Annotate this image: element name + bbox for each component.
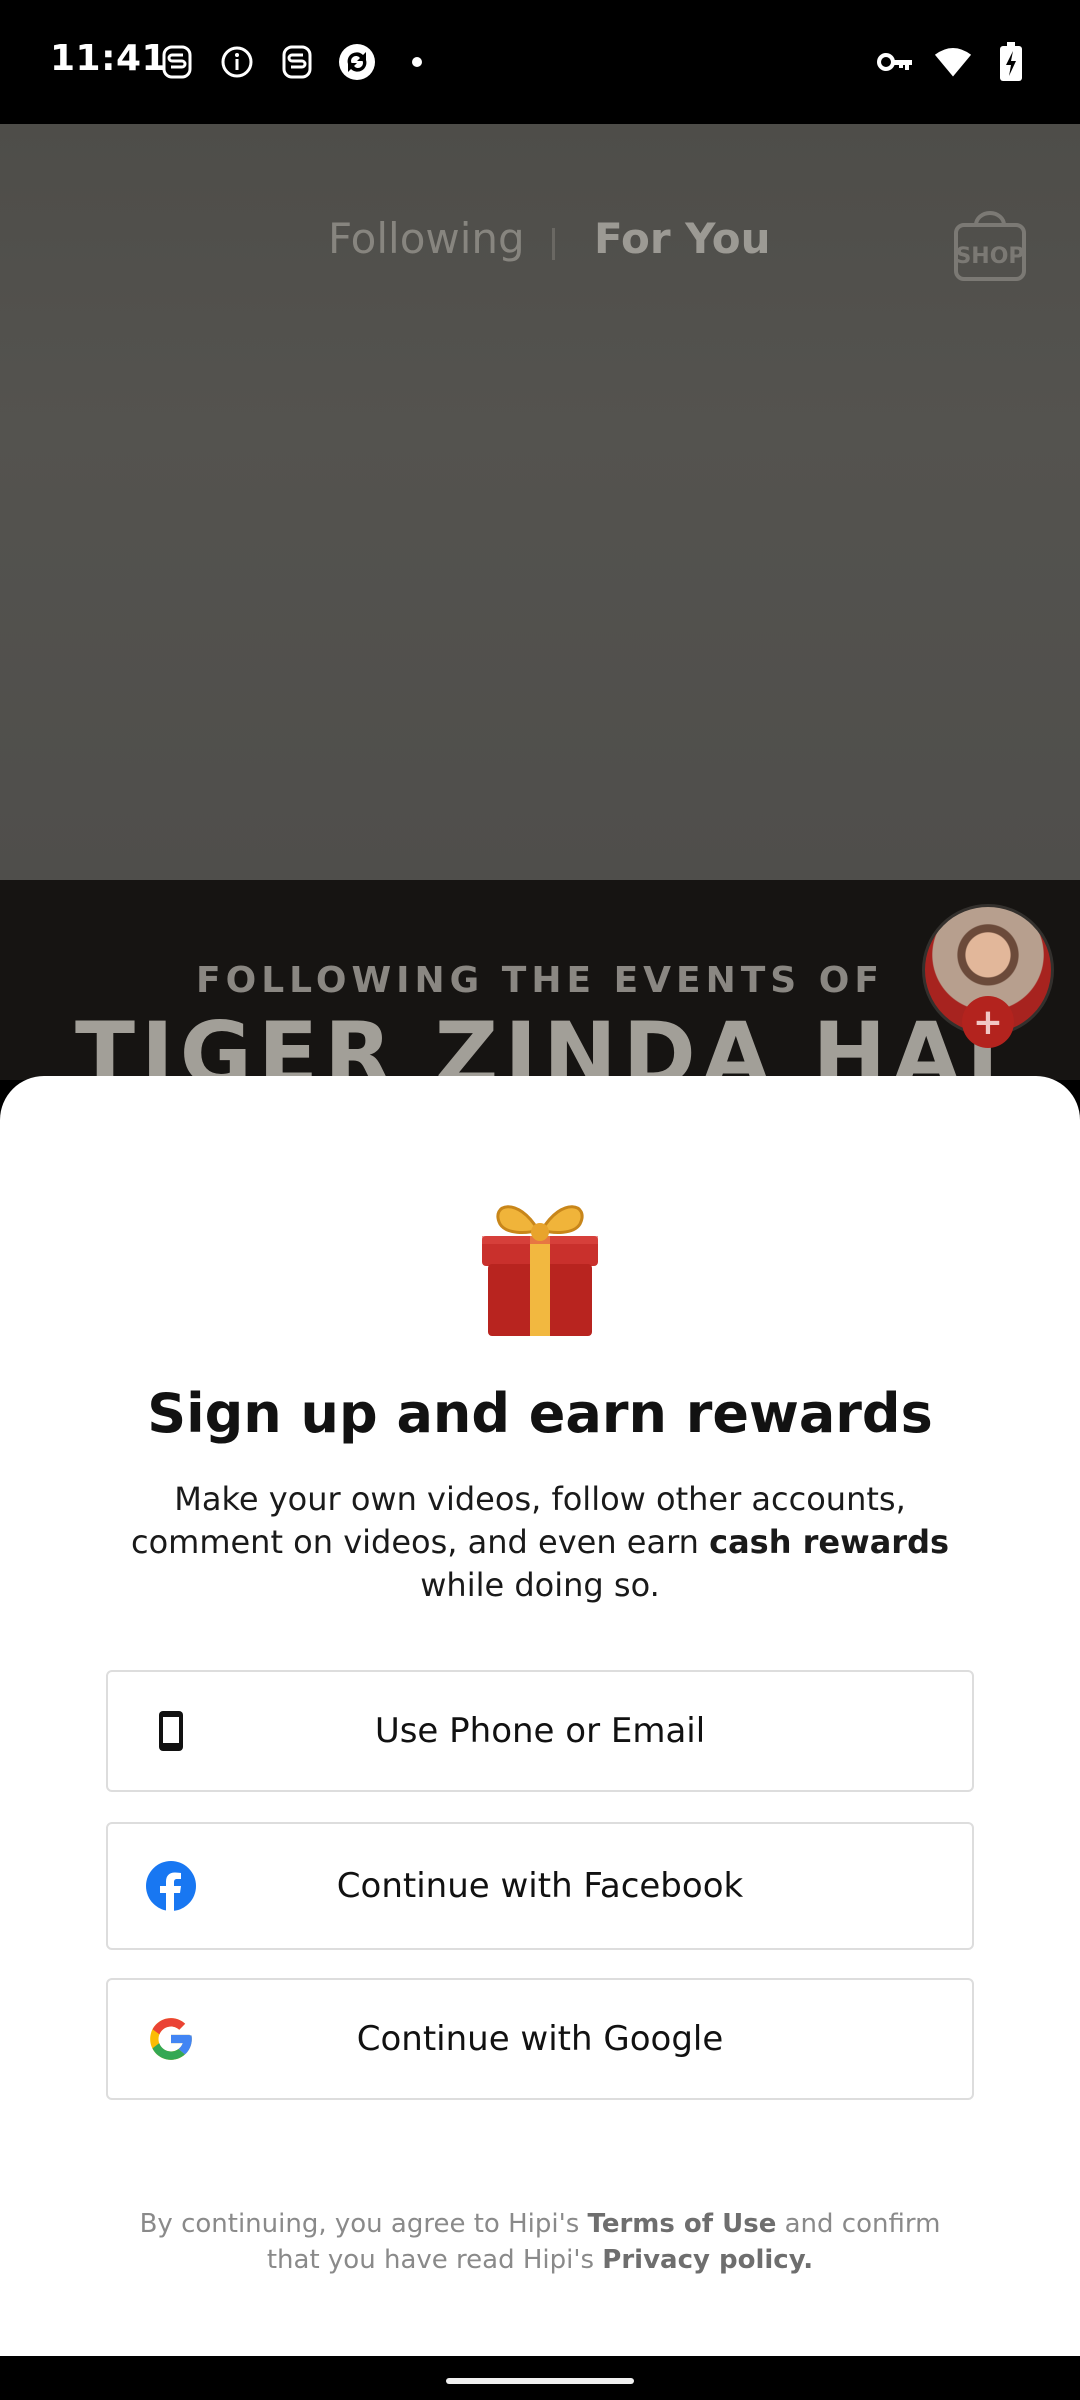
phone-email-label: Use Phone or Email xyxy=(374,1711,706,1751)
tab-for-you[interactable]: For You xyxy=(594,214,771,263)
status-time: 11:41 xyxy=(50,38,168,79)
video-banner-line1: FOLLOWING THE EVENTS OF xyxy=(196,960,884,1001)
legal-text: By continuing, you agree to Hipi's Terms… xyxy=(110,2206,970,2278)
shopping-bag-icon: SHOP xyxy=(954,211,1026,281)
facebook-button[interactable]: Continue with Facebook xyxy=(106,1822,974,1950)
google-button[interactable]: Continue with Google xyxy=(106,1978,974,2100)
shop-label: SHOP xyxy=(955,244,1024,269)
google-label: Continue with Google xyxy=(356,2019,724,2059)
tab-divider xyxy=(552,228,555,260)
description-text-end: while doing so. xyxy=(420,1566,660,1604)
cash-rewards-text: cash rewards xyxy=(709,1523,950,1561)
s-badge-icon xyxy=(278,40,316,84)
follow-plus-button[interactable]: + xyxy=(962,996,1014,1048)
legal-text-part1: By continuing, you agree to Hipi's xyxy=(139,2209,588,2239)
home-indicator[interactable] xyxy=(446,2378,634,2384)
sheet-title: Sign up and earn rewards xyxy=(147,1382,933,1445)
gift-icon xyxy=(478,1196,602,1338)
sheet-description: Make your own videos, follow other accou… xyxy=(100,1478,980,1607)
info-icon xyxy=(218,40,256,84)
terms-of-use-link[interactable]: Terms of Use xyxy=(588,2209,777,2239)
facebook-label: Continue with Facebook xyxy=(336,1866,744,1906)
vpn-key-icon xyxy=(876,40,914,84)
privacy-policy-link[interactable]: Privacy policy. xyxy=(602,2245,813,2275)
tab-following[interactable]: Following xyxy=(328,214,525,263)
system-icons xyxy=(876,40,1030,84)
notification-icons xyxy=(158,40,436,84)
shop-button[interactable]: SHOP xyxy=(950,205,1030,285)
status-bar: 11:41 xyxy=(0,0,1080,124)
phone-email-button[interactable]: Use Phone or Email xyxy=(106,1670,974,1792)
wifi-icon xyxy=(934,40,972,84)
dot-icon xyxy=(398,40,436,84)
feed-tabs: Following For You xyxy=(0,214,1080,274)
battery-charging-icon xyxy=(992,40,1030,84)
s-badge-icon xyxy=(158,40,196,84)
sync-icon xyxy=(338,40,376,84)
